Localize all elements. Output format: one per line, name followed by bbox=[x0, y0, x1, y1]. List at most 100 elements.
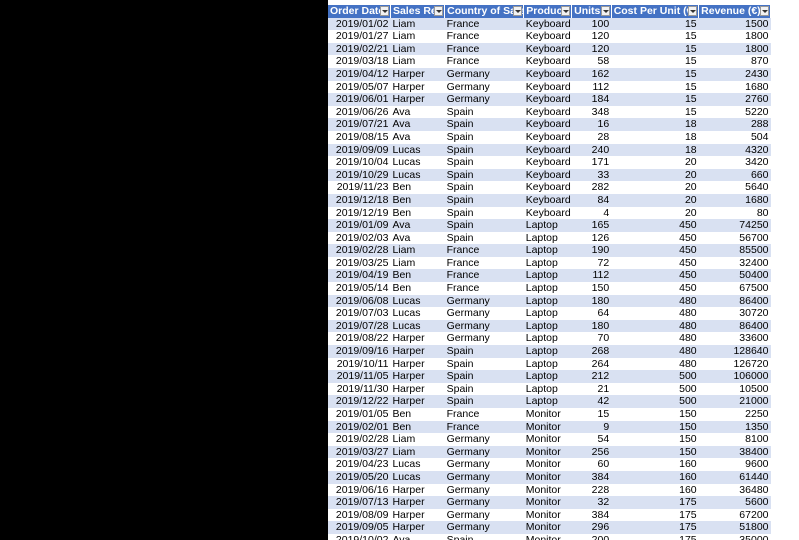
units-cell[interactable]: 150 bbox=[571, 282, 612, 295]
table-row[interactable]: 2019/07/28 Lucas Germany Laptop 180 480 86400 bbox=[328, 319, 771, 333]
table-row[interactable]: 2019/09/16 Harper Spain Laptop 268 480 128640 bbox=[328, 345, 771, 358]
order-date-cell[interactable]: 2019/02/28 bbox=[328, 433, 391, 446]
cost-cell[interactable]: 150 bbox=[611, 420, 699, 434]
units-cell[interactable]: 32 bbox=[571, 496, 612, 509]
table-row[interactable]: 2019/12/19 Ben Spain Keyboard 4 20 80 bbox=[328, 206, 771, 220]
sales-rep-cell[interactable]: Harper bbox=[390, 382, 445, 396]
product-cell[interactable]: Keyboard bbox=[523, 30, 572, 43]
table-row[interactable]: 2019/10/11 Harper Spain Laptop 264 480 126720 bbox=[328, 357, 771, 371]
units-cell[interactable]: 190 bbox=[571, 244, 612, 257]
cost-cell[interactable]: 20 bbox=[611, 181, 699, 194]
cost-cell[interactable]: 500 bbox=[611, 370, 699, 383]
units-cell[interactable]: 4 bbox=[571, 206, 612, 220]
units-cell[interactable]: 120 bbox=[571, 30, 612, 43]
revenue-cell[interactable]: 126720 bbox=[698, 357, 771, 371]
order-date-cell[interactable]: 2019/05/07 bbox=[328, 80, 391, 94]
order-date-cell[interactable]: 2019/06/01 bbox=[328, 93, 391, 106]
table-row[interactable]: 2019/12/18 Ben Spain Keyboard 84 20 1680 bbox=[328, 193, 771, 207]
order-date-cell[interactable]: 2019/02/28 bbox=[328, 244, 391, 257]
table-row[interactable]: 2019/09/09 Lucas Spain Keyboard 240 18 4320 bbox=[328, 143, 771, 157]
revenue-cell[interactable]: 660 bbox=[698, 168, 771, 182]
revenue-cell[interactable]: 32400 bbox=[698, 256, 771, 270]
units-cell[interactable]: 58 bbox=[571, 55, 612, 68]
country-cell[interactable]: France bbox=[444, 17, 524, 31]
revenue-cell[interactable]: 30720 bbox=[698, 307, 771, 320]
header-revenue[interactable]: Revenue (€) bbox=[698, 5, 771, 18]
order-date-cell[interactable]: 2019/07/21 bbox=[328, 118, 391, 131]
sales-rep-cell[interactable]: Harper bbox=[390, 395, 445, 408]
product-cell[interactable]: Monitor bbox=[523, 408, 572, 421]
order-date-cell[interactable]: 2019/03/27 bbox=[328, 445, 391, 459]
order-date-cell[interactable]: 2019/12/19 bbox=[328, 206, 391, 220]
product-cell[interactable]: Laptop bbox=[523, 219, 572, 232]
country-cell[interactable]: Germany bbox=[444, 483, 524, 497]
cost-cell[interactable]: 160 bbox=[611, 458, 699, 471]
units-cell[interactable]: 184 bbox=[571, 93, 612, 106]
cost-cell[interactable]: 15 bbox=[611, 17, 699, 31]
country-cell[interactable]: Spain bbox=[444, 168, 524, 182]
order-date-cell[interactable]: 2019/04/23 bbox=[328, 458, 391, 471]
cost-cell[interactable]: 20 bbox=[611, 193, 699, 207]
cost-cell[interactable]: 160 bbox=[611, 470, 699, 484]
sales-rep-cell[interactable]: Ben bbox=[390, 408, 445, 421]
sales-rep-cell[interactable]: Lucas bbox=[390, 319, 445, 333]
country-cell[interactable]: France bbox=[444, 269, 524, 283]
units-cell[interactable]: 42 bbox=[571, 395, 612, 408]
units-cell[interactable]: 9 bbox=[571, 420, 612, 434]
units-cell[interactable]: 21 bbox=[571, 382, 612, 396]
order-date-cell[interactable]: 2019/05/14 bbox=[328, 282, 391, 295]
order-date-cell[interactable]: 2019/06/26 bbox=[328, 105, 391, 119]
units-cell[interactable]: 180 bbox=[571, 319, 612, 333]
country-cell[interactable]: Germany bbox=[444, 307, 524, 320]
sales-rep-cell[interactable]: Liam bbox=[390, 17, 445, 31]
units-cell[interactable]: 256 bbox=[571, 445, 612, 459]
filter-dropdown-icon[interactable] bbox=[760, 6, 769, 16]
sales-rep-cell[interactable]: Liam bbox=[390, 55, 445, 68]
product-cell[interactable]: Keyboard bbox=[523, 17, 572, 31]
units-cell[interactable]: 72 bbox=[571, 256, 612, 270]
country-cell[interactable]: Germany bbox=[444, 496, 524, 509]
sales-rep-cell[interactable]: Liam bbox=[390, 42, 445, 56]
revenue-cell[interactable]: 1680 bbox=[698, 193, 771, 207]
product-cell[interactable]: Monitor bbox=[523, 533, 572, 540]
sort-filter-icon[interactable] bbox=[561, 6, 571, 16]
units-cell[interactable]: 171 bbox=[571, 156, 612, 169]
filter-dropdown-icon[interactable] bbox=[434, 6, 444, 16]
product-cell[interactable]: Keyboard bbox=[523, 118, 572, 131]
order-date-cell[interactable]: 2019/10/04 bbox=[328, 156, 391, 169]
revenue-cell[interactable]: 86400 bbox=[698, 294, 771, 308]
product-cell[interactable]: Laptop bbox=[523, 357, 572, 371]
cost-cell[interactable]: 175 bbox=[611, 521, 699, 534]
units-cell[interactable]: 64 bbox=[571, 307, 612, 320]
table-row[interactable]: 2019/01/27 Liam France Keyboard 120 15 1800 bbox=[328, 30, 771, 43]
revenue-cell[interactable]: 85500 bbox=[698, 244, 771, 257]
country-cell[interactable]: Germany bbox=[444, 332, 524, 346]
header-product[interactable]: Product bbox=[523, 5, 573, 18]
cost-cell[interactable]: 15 bbox=[611, 30, 699, 43]
table-row[interactable]: 2019/06/01 Harper Germany Keyboard 184 15 2760 bbox=[328, 93, 771, 106]
table-row[interactable]: 2019/06/26 Ava Spain Keyboard 348 15 5220 bbox=[328, 105, 771, 119]
product-cell[interactable]: Laptop bbox=[523, 244, 572, 257]
sales-rep-cell[interactable]: Liam bbox=[390, 433, 445, 446]
order-date-cell[interactable]: 2019/03/25 bbox=[328, 256, 391, 270]
country-cell[interactable]: Spain bbox=[444, 193, 524, 207]
table-row[interactable]: 2019/05/14 Ben France Laptop 150 450 67500 bbox=[328, 282, 771, 295]
units-cell[interactable]: 240 bbox=[571, 143, 612, 157]
revenue-cell[interactable]: 21000 bbox=[698, 395, 771, 408]
units-cell[interactable]: 384 bbox=[571, 470, 612, 484]
country-cell[interactable]: Spain bbox=[444, 105, 524, 119]
table-row[interactable]: 2019/11/23 Ben Spain Keyboard 282 20 5640 bbox=[328, 181, 771, 194]
country-cell[interactable]: Spain bbox=[444, 206, 524, 220]
cost-cell[interactable]: 450 bbox=[611, 282, 699, 295]
table-row[interactable]: 2019/04/12 Harper Germany Keyboard 162 15 2430 bbox=[328, 67, 771, 81]
product-cell[interactable]: Laptop bbox=[523, 370, 572, 383]
sales-rep-cell[interactable]: Harper bbox=[390, 508, 445, 522]
product-cell[interactable]: Laptop bbox=[523, 395, 572, 408]
product-cell[interactable]: Keyboard bbox=[523, 55, 572, 68]
table-row[interactable]: 2019/02/28 Liam Germany Monitor 54 150 8100 bbox=[328, 433, 771, 446]
units-cell[interactable]: 28 bbox=[571, 130, 612, 144]
order-date-cell[interactable]: 2019/01/02 bbox=[328, 17, 391, 31]
table-row[interactable]: 2019/01/05 Ben France Monitor 15 150 2250 bbox=[328, 408, 771, 421]
table-row[interactable]: 2019/12/22 Harper Spain Laptop 42 500 21000 bbox=[328, 395, 771, 408]
table-row[interactable]: 2019/03/25 Liam France Laptop 72 450 32400 bbox=[328, 256, 771, 270]
